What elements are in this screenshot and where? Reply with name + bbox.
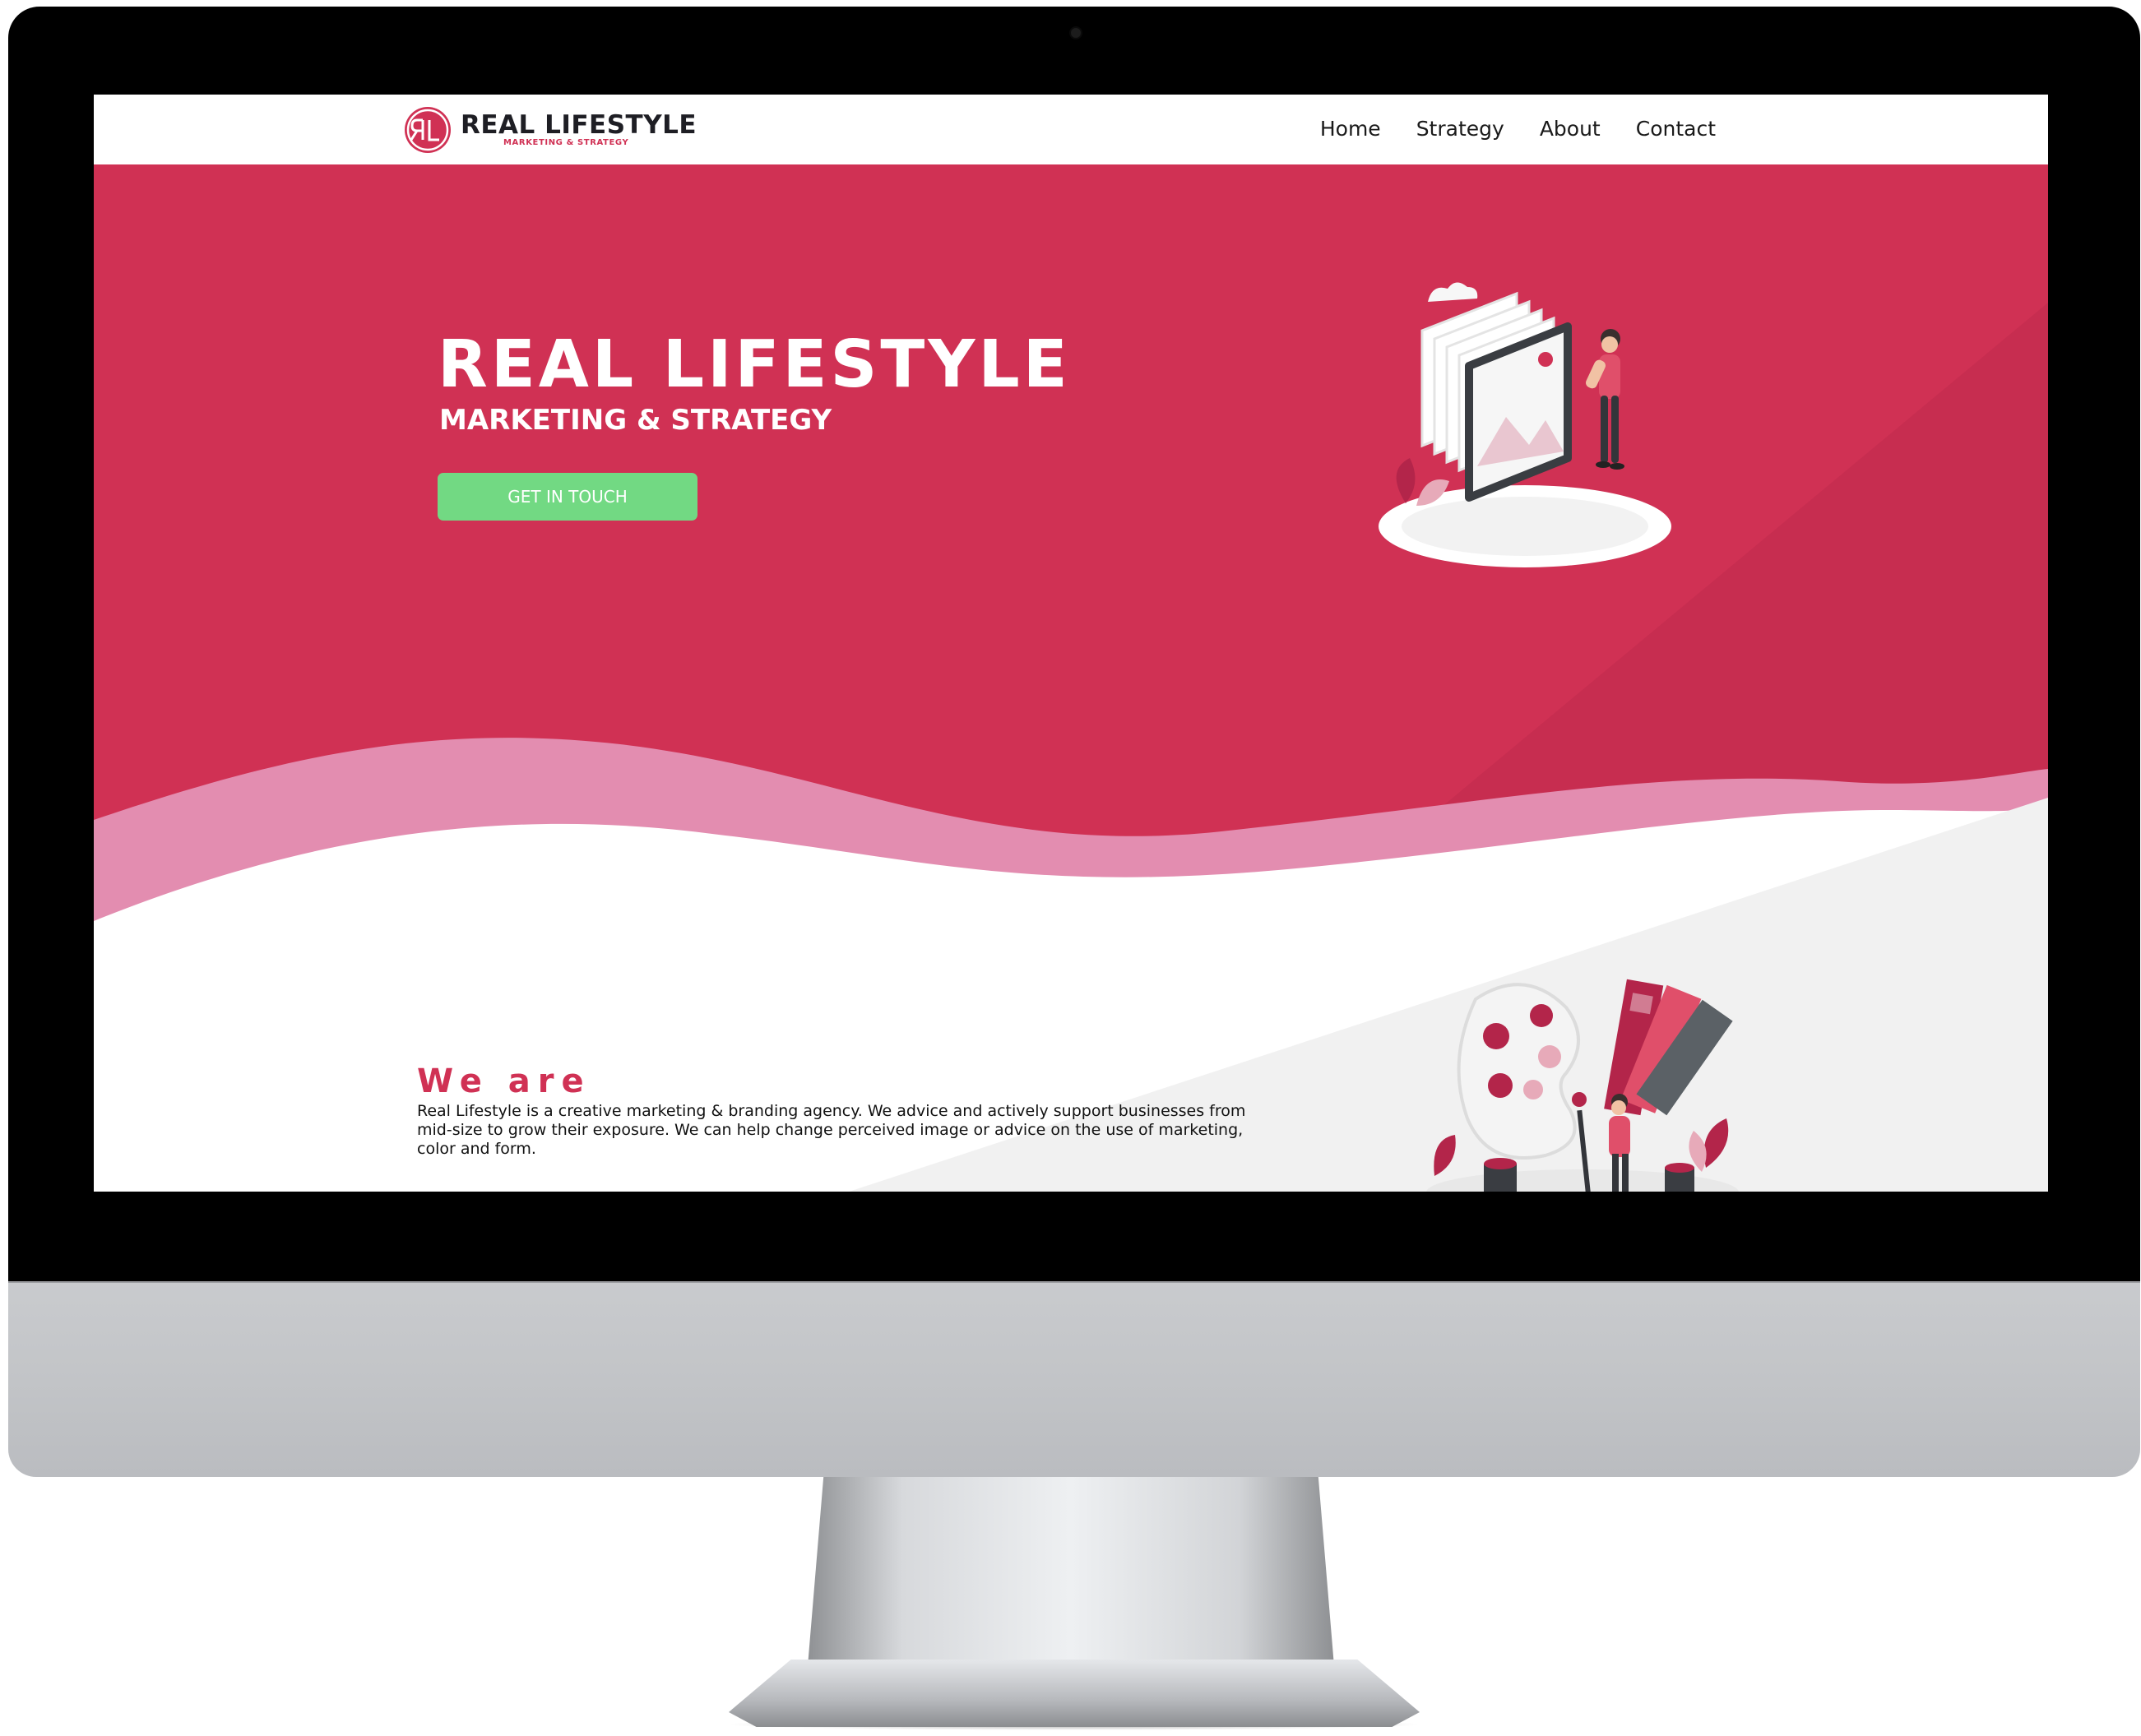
get-in-touch-button[interactable]: GET IN TOUCH	[438, 473, 697, 521]
monitor-chin	[8, 1281, 2140, 1477]
monitor-stand-base	[729, 1660, 1420, 1727]
brand-tagline: MARKETING & STRATEGY	[503, 138, 629, 147]
brand-name: REAL LIFESTYLE	[461, 110, 697, 140]
top-navbar: REAL LIFESTYLE MARKETING & STRATEGY Home…	[94, 95, 2048, 164]
nav-link-strategy[interactable]: Strategy	[1416, 111, 1504, 147]
nav-link-about[interactable]: About	[1540, 111, 1601, 147]
monitor-stand-neck	[808, 1477, 1334, 1666]
hero-subtitle: MARKETING & STRATEGY	[439, 404, 832, 437]
brand-logo[interactable]: REAL LIFESTYLE MARKETING & STRATEGY	[405, 101, 697, 159]
nav-link-contact[interactable]: Contact	[1636, 111, 1716, 147]
about-heading: We are	[417, 1062, 591, 1100]
hero-title: REAL LIFESTYLE	[438, 326, 1071, 402]
camera-icon	[1071, 28, 1081, 38]
screen-website: REAL LIFESTYLE MARKETING & STRATEGY GET …	[94, 95, 2048, 1192]
brand-logo-icon	[405, 107, 451, 153]
rl-monogram-icon	[406, 109, 449, 151]
nav-link-home[interactable]: Home	[1320, 111, 1381, 147]
presentation-illustration	[1379, 282, 1671, 567]
painter-illustration	[1426, 979, 1739, 1192]
about-text: Real Lifestyle is a creative marketing &…	[417, 1102, 1246, 1158]
main-nav: Home Strategy About Contact	[1285, 111, 1716, 147]
